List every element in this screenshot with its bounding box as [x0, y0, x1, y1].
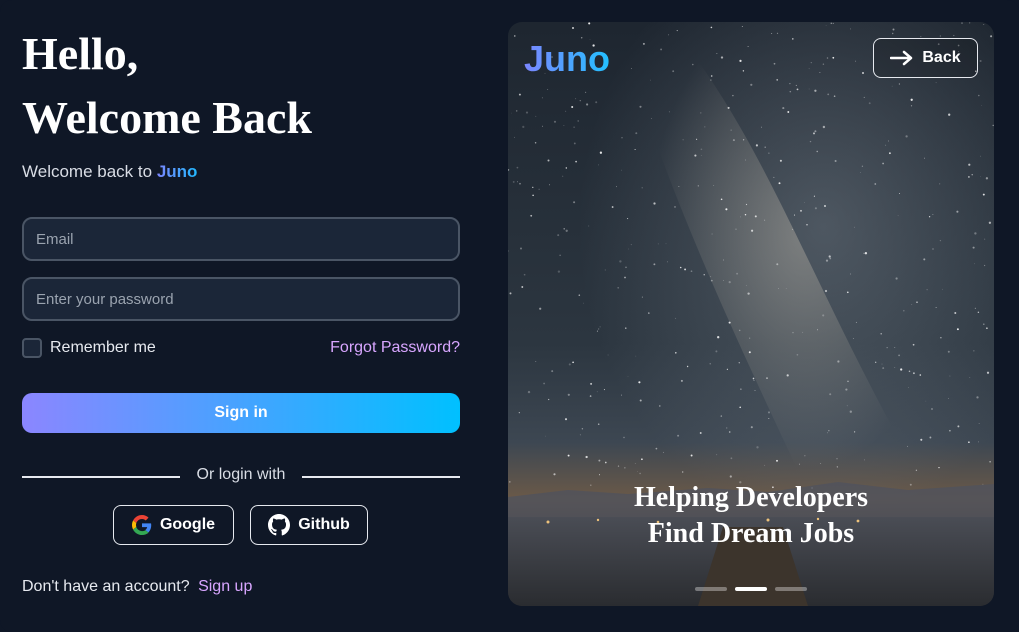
carousel-dot-1[interactable]	[695, 587, 727, 591]
google-icon	[131, 515, 152, 535]
google-login-button[interactable]: Google	[113, 505, 234, 545]
subtitle: Welcome back to Juno	[22, 162, 460, 182]
divider-line-right	[302, 476, 460, 478]
sign-up-link[interactable]: Sign up	[198, 578, 252, 595]
forgot-password-link[interactable]: Forgot Password?	[330, 339, 460, 357]
google-label: Google	[159, 516, 216, 533]
subtitle-brand: Juno	[156, 162, 198, 181]
tagline-line-2: Find Dream Jobs	[647, 518, 855, 549]
signup-prompt: Don't have an account?	[22, 578, 190, 595]
remember-me[interactable]: Remember me	[22, 338, 156, 358]
carousel-dot-3[interactable]	[775, 587, 807, 591]
hero-image-panel: Juno Back Helping Developers Find Dream …	[508, 22, 994, 606]
divider-label: Or login with	[196, 466, 286, 483]
signup-row: Don't have an account? Sign up	[22, 578, 252, 596]
remember-label: Remember me	[50, 339, 156, 356]
arrow-right-icon	[890, 50, 913, 66]
login-panel: Hello, Welcome Back Welcome back to Juno	[22, 22, 460, 182]
subtitle-prefix: Welcome back to	[22, 162, 153, 181]
carousel-indicators	[695, 587, 807, 591]
login-card: Hello, Welcome Back Welcome back to Juno…	[0, 0, 1019, 632]
remember-checkbox[interactable]	[22, 338, 42, 358]
login-divider: Or login with	[22, 466, 460, 488]
page-title: Hello, Welcome Back	[22, 22, 460, 150]
github-label: Github	[298, 516, 350, 533]
sign-in-button[interactable]: Sign in	[22, 393, 460, 433]
hero-tagline: Helping Developers Find Dream Jobs	[508, 480, 994, 552]
tagline-line-1: Helping Developers	[633, 482, 869, 513]
password-field[interactable]	[22, 277, 460, 321]
back-button[interactable]: Back	[873, 38, 978, 78]
github-login-button[interactable]: Github	[250, 505, 368, 545]
back-label: Back	[922, 49, 961, 66]
carousel-dot-2[interactable]	[735, 587, 767, 591]
title-line-2: Welcome Back	[22, 92, 312, 143]
title-line-1: Hello,	[22, 28, 139, 79]
juno-logo: Juno	[524, 38, 610, 79]
github-icon	[268, 514, 291, 536]
email-field[interactable]	[22, 217, 460, 261]
